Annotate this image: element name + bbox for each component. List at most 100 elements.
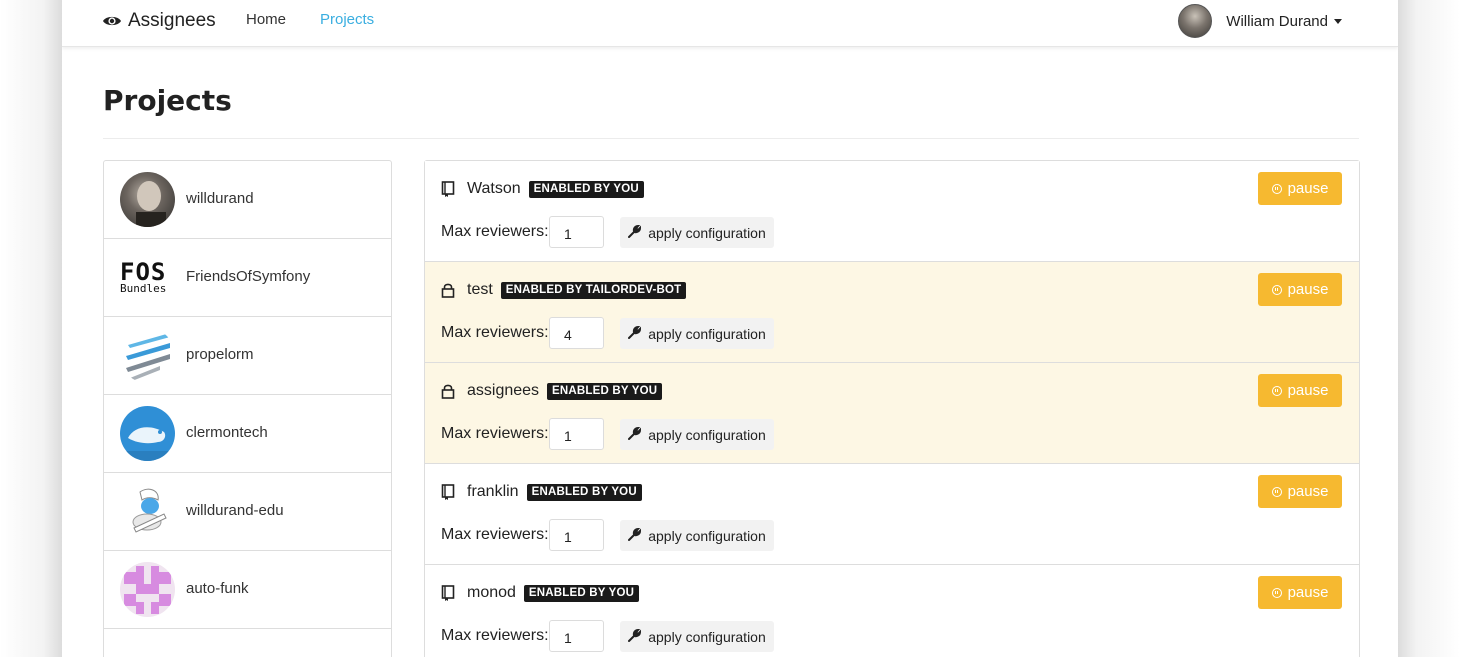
- pause-icon: [1271, 385, 1282, 396]
- pause-icon: [1271, 284, 1282, 295]
- navbar: Assignees Home Projects William Durand: [62, 0, 1398, 47]
- repo-row-test: test ENABLED BY TAILORDEV-BOT pause Max …: [425, 262, 1359, 363]
- pause-button[interactable]: pause: [1258, 172, 1342, 205]
- repo-list: Watson ENABLED BY YOU pause Max reviewer…: [424, 160, 1360, 657]
- clermontech-logo-icon: [120, 406, 175, 461]
- pause-label: pause: [1287, 382, 1329, 399]
- user-name: William Durand: [1226, 12, 1328, 30]
- repo-icon: [441, 484, 455, 500]
- sidebar-item-friendsofsymfony[interactable]: FOS Bundles FriendsOfSymfony: [104, 239, 391, 317]
- pause-label: pause: [1287, 281, 1329, 298]
- pause-icon: [1271, 587, 1282, 598]
- org-name: willdurand-edu: [186, 502, 284, 519]
- repo-header: monod ENABLED BY YOU: [441, 582, 640, 604]
- apply-configuration-button[interactable]: apply configuration: [620, 318, 774, 349]
- window-shadow-right: [1398, 0, 1460, 657]
- status-badge: ENABLED BY TAILORDEV-BOT: [500, 281, 687, 299]
- status-badge: ENABLED BY YOU: [528, 180, 644, 198]
- avatar-photo-icon: [120, 172, 175, 227]
- org-name: willdurand: [186, 190, 254, 207]
- sidebar-item-clermontech[interactable]: clermontech: [104, 395, 391, 473]
- max-reviewers-label: Max reviewers:: [441, 324, 549, 341]
- fos-logo-subtext: Bundles: [120, 281, 167, 295]
- repo-name[interactable]: assignees: [467, 382, 539, 400]
- apply-label: apply configuration: [648, 426, 766, 443]
- wrench-icon: [628, 325, 642, 342]
- org-name: propelorm: [186, 346, 254, 363]
- caret-down-icon: [1334, 19, 1342, 25]
- apply-label: apply configuration: [648, 224, 766, 241]
- smurf-logo-icon: [120, 484, 175, 539]
- fos-logo-text: FOS: [120, 257, 167, 286]
- repo-row-franklin: franklin ENABLED BY YOU pause Max review…: [425, 464, 1359, 565]
- max-reviewers-input[interactable]: [549, 418, 604, 450]
- window-shadow-left: [0, 0, 62, 657]
- pause-icon: [1271, 486, 1282, 497]
- avatar: [1178, 4, 1213, 38]
- sidebar-item-willdurand[interactable]: willdurand: [104, 161, 391, 239]
- status-badge: ENABLED BY YOU: [547, 382, 663, 400]
- app-window: Assignees Home Projects William Durand P…: [62, 0, 1398, 657]
- pause-icon: [1271, 183, 1282, 194]
- wrench-icon: [628, 426, 642, 443]
- status-badge: ENABLED BY YOU: [526, 483, 642, 501]
- repo-name[interactable]: monod: [467, 584, 516, 602]
- pause-button[interactable]: pause: [1258, 374, 1342, 407]
- brand[interactable]: Assignees: [102, 8, 216, 34]
- repo-header: Watson ENABLED BY YOU: [441, 178, 644, 200]
- repo-icon: [441, 181, 455, 197]
- max-reviewers-label: Max reviewers:: [441, 425, 549, 442]
- apply-label: apply configuration: [648, 628, 766, 645]
- max-reviewers-input[interactable]: [549, 620, 604, 652]
- repo-header: test ENABLED BY TAILORDEV-BOT: [441, 279, 687, 301]
- apply-label: apply configuration: [648, 527, 766, 544]
- pause-label: pause: [1287, 584, 1329, 601]
- pause-button[interactable]: pause: [1258, 273, 1342, 306]
- status-badge: ENABLED BY YOU: [523, 584, 640, 602]
- fos-logo-icon: FOS Bundles: [120, 250, 175, 305]
- repo-icon: [441, 585, 455, 601]
- sidebar-item-auto-funk[interactable]: auto-funk: [104, 551, 391, 629]
- repo-row-assignees: assignees ENABLED BY YOU pause Max revie…: [425, 363, 1359, 464]
- apply-configuration-button[interactable]: apply configuration: [620, 217, 774, 248]
- wrench-icon: [628, 224, 642, 241]
- sidebar-item-propelorm[interactable]: propelorm: [104, 317, 391, 395]
- nav-projects-link[interactable]: Projects: [320, 11, 374, 28]
- pause-label: pause: [1287, 483, 1329, 500]
- nav-home-link[interactable]: Home: [246, 11, 286, 28]
- org-name: auto-funk: [186, 580, 249, 597]
- user-menu[interactable]: William Durand: [1178, 4, 1342, 38]
- wrench-icon: [628, 527, 642, 544]
- org-name: clermontech: [186, 424, 268, 441]
- repo-name[interactable]: franklin: [467, 483, 519, 501]
- apply-configuration-button[interactable]: apply configuration: [620, 621, 774, 652]
- lock-icon: [441, 282, 455, 298]
- sidebar-item-willdurand-edu[interactable]: willdurand-edu: [104, 473, 391, 551]
- page-title: Projects: [103, 84, 232, 117]
- max-reviewers-input[interactable]: [549, 216, 604, 248]
- repo-name[interactable]: test: [467, 281, 493, 299]
- wrench-icon: [628, 628, 642, 645]
- repo-header: franklin ENABLED BY YOU: [441, 481, 642, 503]
- identicon-icon: [120, 562, 175, 617]
- org-sidebar: willdurand FOS Bundles FriendsOfSymfony …: [103, 160, 392, 657]
- brand-label: Assignees: [128, 10, 216, 31]
- max-reviewers-input[interactable]: [549, 519, 604, 551]
- max-reviewers-input[interactable]: [549, 317, 604, 349]
- repo-row-monod: monod ENABLED BY YOU pause Max reviewers…: [425, 565, 1359, 657]
- propel-logo-icon: [120, 328, 175, 383]
- repo-name[interactable]: Watson: [467, 180, 521, 198]
- max-reviewers-label: Max reviewers:: [441, 526, 549, 543]
- max-reviewers-label: Max reviewers:: [441, 627, 549, 644]
- repo-row-watson: Watson ENABLED BY YOU pause Max reviewer…: [425, 161, 1359, 262]
- apply-label: apply configuration: [648, 325, 766, 342]
- pause-button[interactable]: pause: [1258, 475, 1342, 508]
- max-reviewers-label: Max reviewers:: [441, 223, 549, 240]
- apply-configuration-button[interactable]: apply configuration: [620, 520, 774, 551]
- repo-header: assignees ENABLED BY YOU: [441, 380, 663, 402]
- org-name: FriendsOfSymfony: [186, 268, 311, 285]
- pause-label: pause: [1287, 180, 1329, 197]
- apply-configuration-button[interactable]: apply configuration: [620, 419, 774, 450]
- lock-icon: [441, 383, 455, 399]
- pause-button[interactable]: pause: [1258, 576, 1342, 609]
